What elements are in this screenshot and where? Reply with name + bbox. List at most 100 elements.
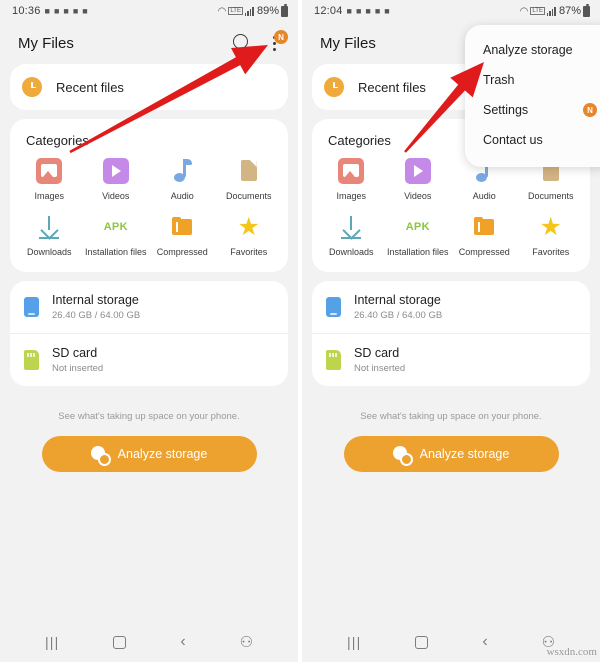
storage-row[interactable]: Internal storage 26.40 GB / 64.00 GB xyxy=(10,281,288,333)
category-label: Compressed xyxy=(156,247,208,257)
category-item-favorites[interactable]: ★ Favorites xyxy=(216,214,283,258)
icon-part xyxy=(102,458,108,464)
menu-item-settings[interactable]: Settings N xyxy=(465,95,600,125)
category-item-installation-files[interactable]: APK Installation files xyxy=(385,214,452,258)
storage-text: Internal storage 26.40 GB / 64.00 GB xyxy=(354,293,442,321)
category-label: Audio xyxy=(472,191,496,201)
storage-card: Internal storage 26.40 GB / 64.00 GB SD ca… xyxy=(312,281,590,386)
more-dot xyxy=(273,48,277,52)
category-label: Videos xyxy=(102,191,130,201)
home-button[interactable] xyxy=(113,635,127,649)
phone-icon xyxy=(326,297,341,317)
sd-pin xyxy=(335,353,337,357)
footer-section: See what's taking up space on your phone… xyxy=(10,395,288,472)
compressed-folder-icon xyxy=(471,214,497,240)
category-item-compressed[interactable]: Compressed xyxy=(451,214,518,258)
analyze-storage-button[interactable]: Analyze storage xyxy=(41,436,257,472)
documents-icon xyxy=(236,158,262,184)
recents-button[interactable]: ||| xyxy=(347,634,362,650)
wifi-icon: ◠ xyxy=(217,5,227,17)
status-left: 12:04 ■ ■ ■ ■ ■ xyxy=(314,5,390,17)
category-label: Documents xyxy=(527,191,574,201)
compressed-folder-icon xyxy=(169,214,195,240)
image-icon: ■ xyxy=(384,5,390,16)
menu-item-trash[interactable]: Trash xyxy=(465,65,600,95)
more-options-button[interactable]: N xyxy=(266,30,288,53)
storage-row[interactable]: SD card Not inserted xyxy=(10,333,288,386)
status-time: 12:04 xyxy=(314,5,343,17)
telegram-icon: ■ xyxy=(355,5,362,16)
recent-files-card[interactable]: Recent files xyxy=(10,64,288,110)
storage-analyze-icon xyxy=(392,445,413,466)
menu-item-contact-us[interactable]: Contact us xyxy=(465,125,600,155)
menu-item-analyze-storage[interactable]: Analyze storage xyxy=(465,35,600,65)
footer-section: See what's taking up space on your phone… xyxy=(312,395,590,472)
back-button[interactable]: ‹ xyxy=(180,633,185,651)
category-item-documents[interactable]: Documents xyxy=(216,158,283,202)
sd-pin xyxy=(329,353,331,357)
menu-item-label: Trash xyxy=(483,73,515,87)
message-icon: ■ xyxy=(44,5,50,16)
signal-bar xyxy=(249,8,252,16)
category-item-downloads[interactable]: Downloads xyxy=(318,214,385,258)
menu-item-label: Contact us xyxy=(483,133,543,147)
battery-percent: 89% xyxy=(256,5,279,17)
search-icon[interactable] xyxy=(232,33,252,53)
categories-grid: Images Videos Audio Documents Downloads APK In… xyxy=(16,158,282,258)
status-right: ◠ LTE 89% xyxy=(217,3,288,17)
signal-bar xyxy=(244,12,247,16)
home-button[interactable] xyxy=(415,635,429,649)
apk-icon: APK xyxy=(405,221,430,233)
icon-part xyxy=(478,222,481,232)
category-label: Documents xyxy=(225,191,272,201)
category-item-images[interactable]: Images xyxy=(16,158,83,202)
new-badge: N xyxy=(583,103,597,117)
clock-icon xyxy=(324,77,344,97)
category-item-images[interactable]: Images xyxy=(318,158,385,202)
icon-part xyxy=(39,237,60,239)
storage-row[interactable]: SD card Not inserted xyxy=(312,333,590,386)
menu-item-label: Settings xyxy=(483,103,529,117)
category-item-installation-files[interactable]: APK Installation files xyxy=(83,214,150,258)
analyze-storage-button[interactable]: Analyze storage xyxy=(343,436,559,472)
lte-icon: LTE xyxy=(228,7,243,15)
page-title: My Files xyxy=(18,34,74,52)
recent-files-row[interactable]: Recent files xyxy=(10,64,288,110)
storage-name: Internal storage xyxy=(354,293,441,307)
signal-bar xyxy=(546,12,549,16)
storage-detail: 26.40 GB / 64.00 GB xyxy=(354,310,443,321)
category-item-videos[interactable]: Videos xyxy=(385,158,452,202)
icon-part xyxy=(341,237,362,239)
category-item-videos[interactable]: Videos xyxy=(83,158,150,202)
category-item-audio[interactable]: Audio xyxy=(149,158,216,202)
storage-name: SD card xyxy=(52,346,98,360)
storage-name: SD card xyxy=(354,346,400,360)
recent-files-label: Recent files xyxy=(56,79,124,95)
icon-part xyxy=(176,222,179,232)
appbar-actions: N xyxy=(232,30,288,53)
storage-row[interactable]: Internal storage 26.40 GB / 64.00 GB xyxy=(312,281,590,333)
back-button[interactable]: ‹ xyxy=(482,633,487,651)
signal-bar xyxy=(554,6,556,16)
recents-button[interactable]: ||| xyxy=(45,634,60,650)
footer-note: See what's taking up space on your phone… xyxy=(360,411,542,422)
download-icon: ■ xyxy=(53,5,60,16)
category-item-favorites[interactable]: ★ Favorites xyxy=(518,214,585,258)
sd-card-icon xyxy=(326,350,341,370)
categories-card: Categories Images Videos Audio Documents Down… xyxy=(10,119,288,272)
main-content: Recent files Categories Images Videos Audio D… xyxy=(0,64,298,472)
telegram-icon: ■ xyxy=(72,5,79,16)
category-label: Compressed xyxy=(458,247,510,257)
signal-bar xyxy=(252,6,254,16)
category-item-downloads[interactable]: Downloads xyxy=(16,214,83,258)
storage-text: Internal storage 26.40 GB / 64.00 GB xyxy=(52,293,140,321)
categories-grid: Images Videos Audio Documents Downloads APK In… xyxy=(318,158,584,258)
phone-panel-left: 10:36 ■ ■ ■ ■ ■ ◠ LTE 89% My Files N Recent files Ca… xyxy=(0,0,298,662)
battery-icon xyxy=(583,3,590,17)
accessibility-button[interactable]: ⚇ xyxy=(240,633,253,651)
category-item-compressed[interactable]: Compressed xyxy=(149,214,216,258)
images-icon xyxy=(36,158,63,184)
lte-icon: LTE xyxy=(530,7,545,15)
apk-icon: APK xyxy=(103,221,128,233)
signal-bar xyxy=(247,10,249,16)
